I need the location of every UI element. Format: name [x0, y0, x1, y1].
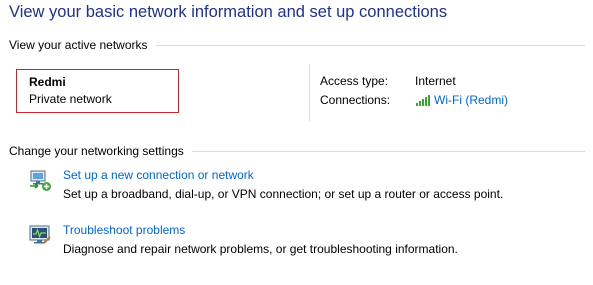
connections-row: Connections: Wi-Fi (Redmi)	[320, 93, 508, 107]
connections-label: Connections:	[320, 93, 391, 107]
network-name: Redmi	[29, 75, 66, 89]
task-new-connection: Set up a new connection or network Set u…	[28, 167, 503, 202]
access-type-label: Access type:	[320, 74, 389, 88]
setup-connection-description: Set up a broadband, dial-up, or VPN conn…	[63, 187, 504, 201]
task-troubleshoot: Troubleshoot problems Diagnose and repai…	[28, 222, 458, 257]
wifi-signal-icon	[416, 95, 430, 106]
active-network-panel: Redmi Private network	[16, 69, 179, 113]
section-divider	[191, 151, 585, 152]
access-type-row: Access type: Internet	[320, 74, 456, 88]
vertical-divider	[309, 64, 310, 121]
network-category[interactable]: Private network	[29, 91, 178, 107]
troubleshoot-icon	[29, 225, 51, 244]
change-settings-header-label: Change your networking settings	[9, 144, 184, 158]
section-divider	[155, 45, 585, 46]
page-title: View your basic network information and …	[9, 3, 448, 21]
access-type-value: Internet	[415, 74, 456, 88]
change-settings-header: Change your networking settings	[9, 144, 585, 158]
active-networks-header: View your active networks	[9, 38, 585, 52]
troubleshoot-link[interactable]: Troubleshoot problems	[63, 222, 458, 238]
setup-connection-link[interactable]: Set up a new connection or network	[63, 167, 503, 183]
new-connection-icon	[30, 170, 51, 191]
active-networks-header-label: View your active networks	[9, 38, 148, 52]
connection-link[interactable]: Wi-Fi (Redmi)	[434, 93, 508, 107]
troubleshoot-description: Diagnose and repair network problems, or…	[63, 242, 458, 256]
